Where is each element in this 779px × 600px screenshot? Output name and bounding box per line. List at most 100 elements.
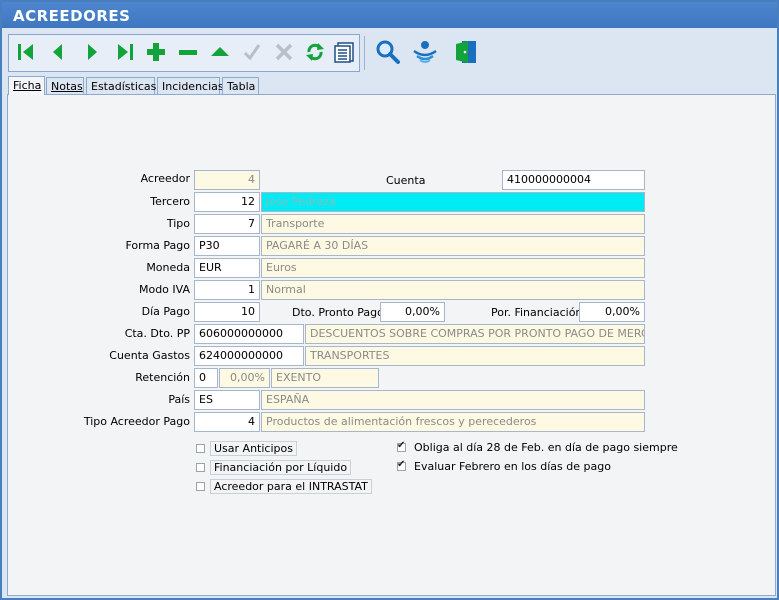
tab-ficha-label: Ficha	[13, 79, 42, 92]
cuenta-gastos-name-field[interactable]: TRANSPORTES	[305, 346, 645, 366]
cuenta-gastos-label: Cuenta Gastos	[109, 349, 190, 362]
intrastat-checkbox[interactable]: Acreedor para el INTRASTAT	[196, 479, 372, 494]
forma-pago-label: Forma Pago	[125, 239, 190, 252]
tipo-label: Tipo	[166, 217, 190, 230]
acreedor-label: Acreedor	[140, 172, 190, 185]
confirm-button[interactable]	[237, 37, 267, 67]
cta-dto-pp-code-field[interactable]: 606000000000	[194, 324, 304, 344]
obliga-28-feb-label: Obliga al día 28 de Feb. en día de pago …	[414, 441, 678, 454]
window: ACREEDORES Ficha Notas Estadísticas Inci…	[0, 0, 779, 600]
tipo-acreedor-pago-code-field[interactable]: 4	[194, 412, 260, 432]
remove-icon	[179, 50, 197, 55]
obliga-28-feb-checkbox[interactable]: Obliga al día 28 de Feb. en día de pago …	[397, 440, 681, 454]
tercero-code-field[interactable]: 12	[194, 192, 260, 212]
tab-notas-label: Notas	[51, 80, 83, 93]
refresh-button[interactable]	[300, 37, 330, 67]
dia-pago-field[interactable]: 10	[194, 302, 260, 322]
first-record-button[interactable]	[11, 37, 41, 67]
tercero-label: Tercero	[150, 195, 190, 208]
evaluar-febrero-label: Evaluar Febrero en los días de pago	[414, 460, 611, 473]
modo-iva-label: Modo IVA	[138, 283, 190, 296]
cta-dto-pp-label: Cta. Dto. PP	[124, 327, 190, 340]
usar-anticipos-label: Usar Anticipos	[210, 441, 297, 456]
retencion-name-field[interactable]: EXENTO	[271, 368, 379, 388]
moneda-label: Moneda	[146, 261, 190, 274]
dto-pronto-pago-field[interactable]: 0,00%	[380, 302, 445, 322]
tercero-name-field[interactable]: Jose Pedraza	[261, 192, 645, 212]
navigation-toolbar	[8, 34, 360, 72]
obliga-28-feb-box[interactable]	[397, 440, 406, 452]
pais-name-field[interactable]: ESPAÑA	[261, 390, 645, 410]
cancel-icon	[275, 43, 293, 61]
toolbar-separator	[364, 36, 365, 70]
filter-icon	[413, 41, 437, 63]
filter-button[interactable]	[410, 37, 440, 67]
window-title: ACREEDORES	[13, 7, 131, 25]
pais-label: País	[168, 393, 190, 406]
intrastat-label: Acreedor para el INTRASTAT	[210, 479, 372, 494]
refresh-icon	[306, 43, 324, 61]
cancel-button[interactable]	[269, 37, 299, 67]
next-record-button[interactable]	[77, 37, 107, 67]
tab-incidencias-label: Incidencias	[162, 80, 224, 93]
usar-anticipos-box[interactable]	[196, 444, 205, 453]
cuenta-gastos-code-field[interactable]: 624000000000	[194, 346, 304, 366]
usar-anticipos-checkbox[interactable]: Usar Anticipos	[196, 441, 297, 456]
tab-notas[interactable]: Notas	[46, 77, 84, 94]
tab-tabla[interactable]: Tabla	[222, 77, 259, 94]
intrastat-box[interactable]	[196, 482, 205, 491]
moneda-name-field[interactable]: Euros	[261, 258, 645, 278]
modo-iva-name-field[interactable]: Normal	[261, 280, 645, 300]
tipo-code-field[interactable]: 7	[194, 214, 260, 234]
confirm-icon	[243, 44, 261, 61]
evaluar-febrero-checkbox[interactable]: Evaluar Febrero en los días de pago	[397, 459, 614, 473]
tab-ficha[interactable]: Ficha	[8, 76, 45, 95]
last-record-button[interactable]	[110, 37, 140, 67]
title-bar: ACREEDORES	[2, 2, 777, 28]
dia-pago-label: Día Pago	[141, 305, 190, 318]
tab-tabla-label: Tabla	[227, 80, 256, 93]
retencion-code-field[interactable]: 0	[194, 368, 218, 388]
acreedor-field[interactable]: 4	[194, 170, 260, 190]
cuenta-field[interactable]: 410000000004	[502, 170, 645, 190]
retencion-pct-field[interactable]: 0,00%	[219, 368, 270, 388]
tipo-acreedor-pago-label: Tipo Acreedor Pago	[83, 415, 190, 428]
first-icon	[18, 44, 33, 60]
last-icon	[118, 44, 133, 60]
tab-estadisticas[interactable]: Estadísticas	[86, 77, 157, 94]
list-view-button[interactable]	[329, 37, 359, 67]
search-icon	[376, 40, 400, 64]
pais-code-field[interactable]: ES	[194, 390, 260, 410]
up-icon	[211, 47, 229, 56]
financiacion-liquido-box[interactable]	[196, 463, 205, 472]
modo-iva-code-field[interactable]: 1	[194, 280, 260, 300]
forma-pago-code-field[interactable]: P30	[194, 236, 260, 256]
moneda-code-field[interactable]: EUR	[194, 258, 260, 278]
exit-door-icon	[456, 41, 476, 63]
add-record-button[interactable]	[141, 37, 171, 67]
edit-up-button[interactable]	[205, 37, 235, 67]
tipo-acreedor-pago-name-field[interactable]: Productos de alimentación frescos y pere…	[261, 412, 645, 432]
exit-button[interactable]	[451, 37, 481, 67]
list-icon	[334, 42, 354, 63]
previous-record-button[interactable]	[43, 37, 73, 67]
tab-incidencias[interactable]: Incidencias	[157, 77, 224, 94]
delete-record-button[interactable]	[173, 37, 203, 67]
retencion-label: Retención	[135, 371, 190, 384]
add-icon	[147, 43, 165, 61]
por-financiacion-field[interactable]: 0,00%	[579, 302, 645, 322]
search-button[interactable]	[373, 37, 403, 67]
dto-pronto-pago-label: Dto. Pronto Pago	[292, 306, 384, 319]
por-financiacion-label: Por. Financiación	[491, 306, 583, 319]
next-icon	[88, 44, 97, 60]
forma-pago-name-field[interactable]: PAGARÉ A 30 DÍAS	[261, 236, 645, 256]
evaluar-febrero-box[interactable]	[397, 459, 406, 471]
prev-icon	[53, 44, 62, 60]
cuenta-label: Cuenta	[386, 174, 426, 187]
tipo-name-field[interactable]: Transporte	[261, 214, 645, 234]
tab-estadisticas-label: Estadísticas	[91, 80, 157, 93]
financiacion-liquido-checkbox[interactable]: Financiación por Líquido	[196, 460, 352, 475]
financiacion-liquido-label: Financiación por Líquido	[210, 460, 352, 475]
cta-dto-pp-name-field[interactable]: DESCUENTOS SOBRE COMPRAS POR PRONTO PAGO…	[305, 324, 645, 344]
ficha-panel: Acreedor 4 Cuenta 410000000004 Tercero 1…	[7, 94, 776, 596]
